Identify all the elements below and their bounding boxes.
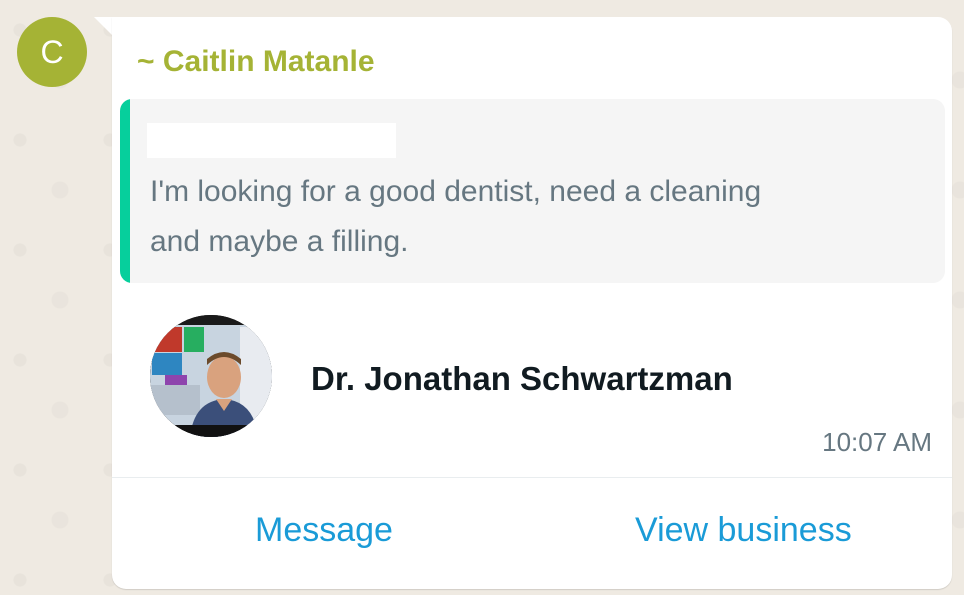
dentist-photo-icon (150, 315, 272, 437)
bubble-tail (94, 17, 112, 35)
message-time: 10:07 AM (822, 427, 932, 457)
view-business-button[interactable]: View business (635, 511, 852, 550)
message-bubble: ~ Caitlin Matanle I'm looking for a good… (112, 17, 952, 589)
sender-name[interactable]: ~ Caitlin Matanle (137, 45, 375, 79)
message-button[interactable]: Message (255, 511, 393, 550)
quoted-message[interactable]: I'm looking for a good dentist, need a c… (120, 99, 945, 283)
sender-avatar[interactable]: C (17, 17, 87, 87)
quote-author-redacted (147, 123, 396, 158)
contact-photo[interactable] (150, 315, 272, 437)
actions-divider (112, 477, 952, 478)
quoted-text: I'm looking for a good dentist, need a c… (150, 175, 762, 258)
quote-accent-bar (120, 99, 130, 283)
avatar-initial: C (40, 33, 64, 70)
contact-name[interactable]: Dr. Jonathan Schwartzman (311, 360, 733, 398)
